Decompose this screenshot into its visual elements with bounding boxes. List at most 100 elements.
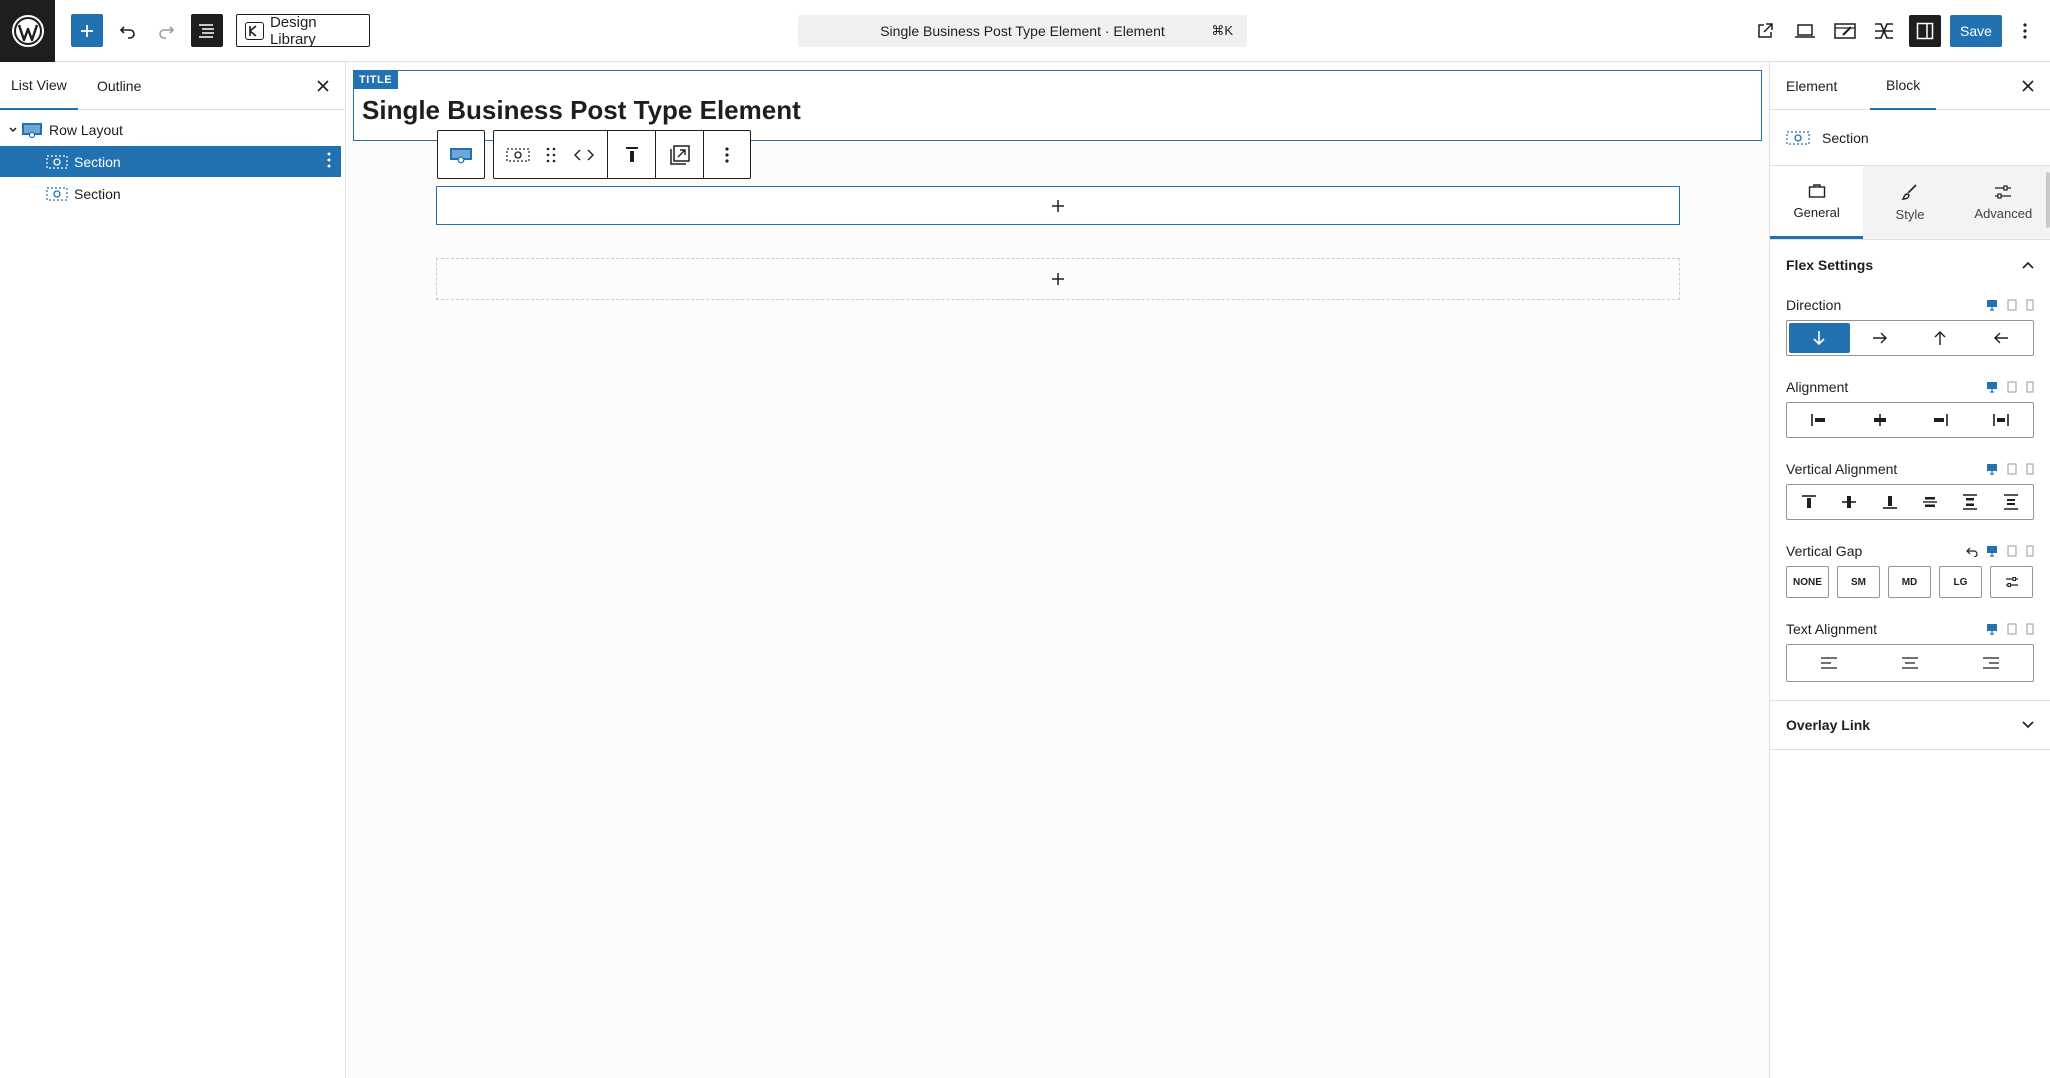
valign-space-around-button[interactable] [1950,487,1990,517]
direction-vertical-button[interactable] [1789,323,1850,353]
mobile-icon[interactable] [2026,623,2034,635]
section-icon [506,147,530,162]
close-sidebar-button[interactable] [2016,74,2040,98]
tree-item-section-selected[interactable]: Section [0,146,341,177]
flex-settings-header[interactable]: Flex Settings [1786,240,2034,290]
gap-none-button[interactable]: NONE [1786,566,1829,598]
tab-advanced[interactable]: Advanced [1956,166,2050,239]
mobile-icon[interactable] [2026,299,2034,311]
desktop-icon[interactable] [1986,381,1998,393]
plus-icon [81,24,93,37]
close-list-view-button[interactable] [311,74,335,98]
redo-button[interactable] [150,14,182,47]
direction-horizontal-reverse-button[interactable] [1971,323,2032,353]
page-title[interactable]: Single Business Post Type Element [362,95,801,126]
save-button[interactable]: Save [1950,15,2002,47]
tree-item-section[interactable]: Section [0,178,341,209]
align-right-button[interactable] [1910,405,1971,435]
tree-item-row-layout[interactable]: Row Layout [0,114,341,145]
tab-outline[interactable]: Outline [86,62,152,110]
row-layout-icon[interactable] [438,131,484,178]
valign-space-evenly-button[interactable] [1991,487,2031,517]
drag-handle-icon[interactable] [542,131,560,178]
options-menu-button[interactable] [2012,15,2038,47]
desktop-icon[interactable] [1986,299,1998,311]
external-link-icon [1758,23,1773,38]
tree-item-label: Section [74,185,121,202]
device-switcher [1966,545,2034,557]
section-block-selected[interactable] [436,186,1680,225]
more-vertical-icon[interactable] [327,152,331,168]
alignment-button-group [1786,402,2034,438]
sidebar-scrollbar[interactable] [2046,172,2050,228]
add-block-button[interactable] [71,14,103,47]
desktop-icon[interactable] [1986,463,1998,475]
chevron-down-icon[interactable] [5,125,21,135]
reset-icon[interactable] [1966,545,1978,557]
valign-bottom-button[interactable] [1870,487,1910,517]
tab-block[interactable]: Block [1870,62,1937,110]
view-post-button[interactable] [1749,15,1781,47]
gap-custom-button[interactable] [1990,566,2033,598]
justify-left-icon [1811,414,1826,426]
undo-button[interactable] [112,14,144,47]
direction-vertical-reverse-button[interactable] [1910,323,1971,353]
section-block[interactable] [436,258,1680,300]
list-view-icon [199,23,214,38]
direction-horizontal-button[interactable] [1850,323,1911,353]
wordpress-logo-icon[interactable] [0,0,55,62]
tablet-icon[interactable] [2006,381,2018,393]
tablet-icon[interactable] [2006,545,2018,557]
mobile-icon[interactable] [2026,381,2034,393]
align-center-button[interactable] [1850,405,1911,435]
text-align-right-button[interactable] [1950,647,2031,679]
more-vertical-icon [2023,23,2027,39]
align-center-icon [1902,657,1918,669]
settings-sidebar-toggle[interactable] [1909,15,1941,47]
document-overview-button[interactable] [191,14,223,47]
element-settings-button[interactable] [1829,15,1861,47]
mobile-icon[interactable] [2026,545,2034,557]
valign-top-button[interactable] [1789,487,1829,517]
design-library-button[interactable]: Design Library [236,14,370,48]
copy-styles-button[interactable] [656,131,704,178]
move-left-right-button[interactable] [560,131,608,178]
overlay-link-panel-header[interactable]: Overlay Link [1770,700,2050,750]
flex-settings-title: Flex Settings [1786,257,1874,273]
vertical-align-button[interactable] [608,131,656,178]
tablet-icon[interactable] [2006,463,2018,475]
gap-md-button[interactable]: MD [1888,566,1931,598]
close-icon [317,80,329,92]
tablet-icon[interactable] [2006,623,2018,635]
parent-block-selector[interactable] [437,130,485,179]
preview-device-button[interactable] [1789,15,1821,47]
add-block-icon[interactable] [1051,272,1065,286]
text-align-center-button[interactable] [1870,647,1951,679]
gap-sm-button[interactable]: SM [1837,566,1880,598]
block-card: Section [1770,110,2050,166]
tab-element[interactable]: Element [1770,62,1853,110]
add-block-icon[interactable] [1051,199,1065,213]
tab-general[interactable]: General [1770,166,1864,239]
tree-item-label: Row Layout [49,121,123,138]
tab-list-view[interactable]: List View [0,62,78,110]
valign-center-button[interactable] [1829,487,1869,517]
gap-lg-button[interactable]: LG [1939,566,1982,598]
desktop-icon[interactable] [1986,545,1998,557]
tablet-icon[interactable] [2006,299,2018,311]
mobile-icon[interactable] [2026,463,2034,475]
desktop-icon[interactable] [1986,623,1998,635]
tab-style[interactable]: Style [1863,166,1957,239]
section-block-switcher[interactable] [494,131,542,178]
block-options-button[interactable] [704,131,750,178]
kadence-controls-button[interactable] [1868,15,1900,47]
command-palette-trigger[interactable]: Single Business Post Type Element · Elem… [798,15,1247,47]
align-left-button[interactable] [1789,405,1850,435]
align-stretch-button[interactable] [1971,405,2032,435]
text-align-left-button[interactable] [1789,647,1870,679]
list-view-panel: List View Outline Row Layout Section Sec… [0,62,346,1078]
section-icon [46,186,68,202]
chevron-up-icon[interactable] [2022,261,2034,269]
valign-space-between-button[interactable] [1910,487,1950,517]
arrow-right-icon [1872,332,1887,344]
